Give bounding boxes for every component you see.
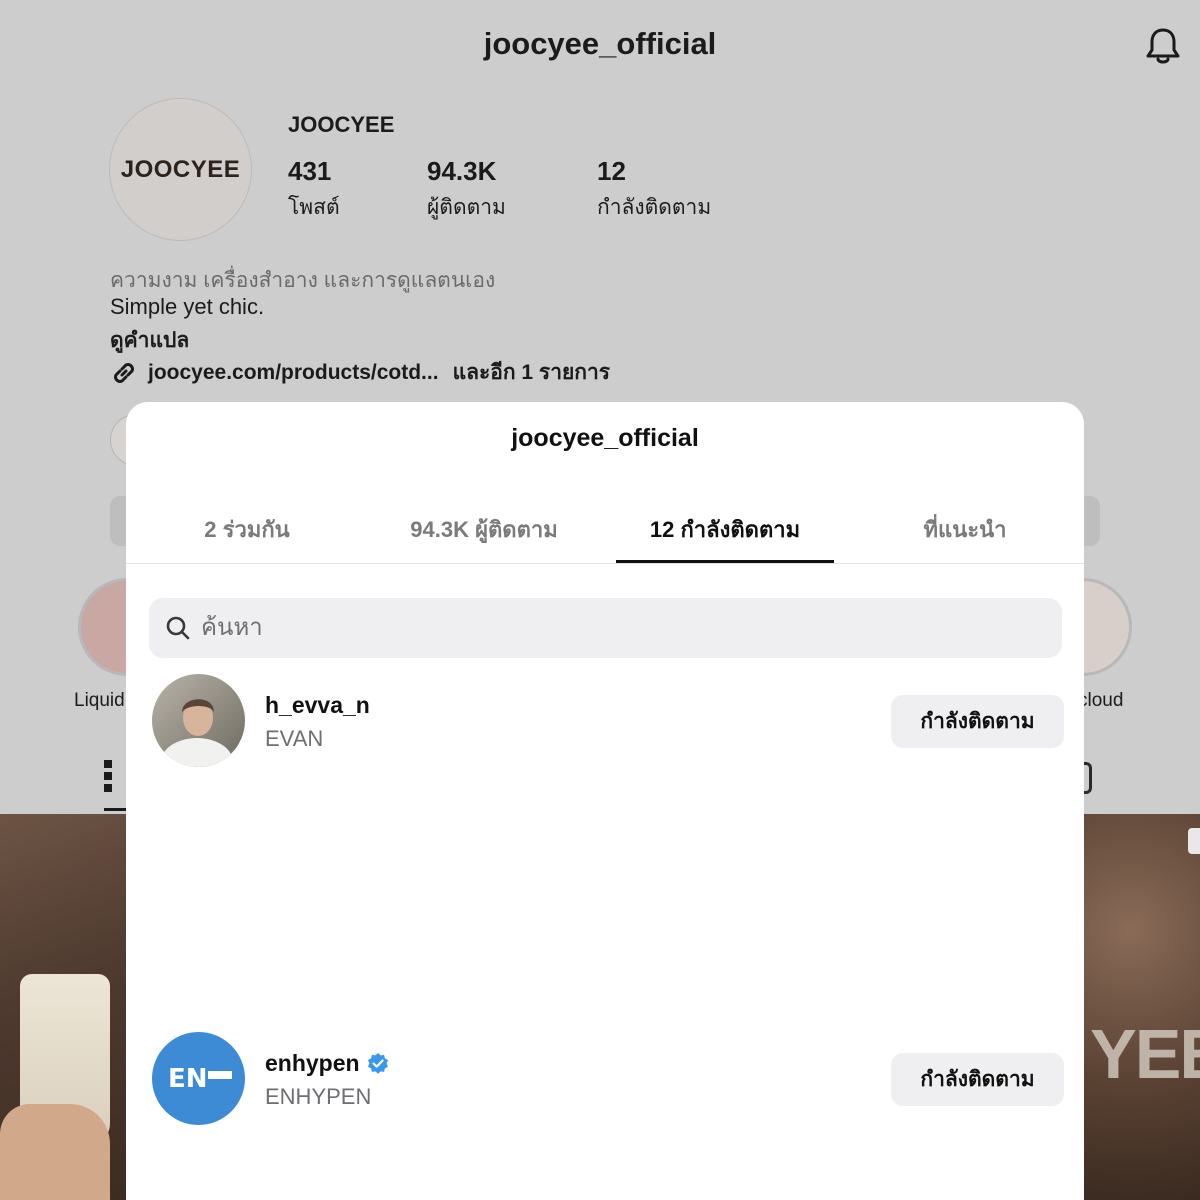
following-sheet: joocyee_official 2 ร่วมกัน 94.3K ผู้ติดต…	[126, 402, 1084, 1200]
stat-followers-count: 94.3K	[427, 156, 497, 186]
see-translation-link[interactable]: ดูคำแปล	[110, 324, 189, 357]
full-name: EVAN	[265, 726, 324, 751]
stat-following-count: 12	[597, 156, 626, 186]
username-text[interactable]: enhypen	[265, 1050, 360, 1077]
sheet-title: joocyee_official	[511, 424, 699, 452]
user-avatar[interactable]: EN	[152, 1032, 245, 1125]
profile-username-title: joocyee_official	[483, 26, 717, 61]
stat-posts[interactable]: 431 โพสต์	[288, 156, 340, 224]
grid-tab-underline	[104, 808, 128, 811]
tab-suggested[interactable]: ที่แนะนำ	[896, 512, 1034, 547]
avatar-logo-text: JOOCYEE	[120, 155, 241, 183]
search-input[interactable]	[201, 606, 1041, 650]
following-button[interactable]: กำลังติดตาม	[891, 1053, 1064, 1106]
enhypen-logo-text: EN	[168, 1064, 208, 1094]
username[interactable]: h_evva_n	[265, 692, 370, 719]
stat-following-label: กำลังติดตาม	[597, 196, 712, 219]
sheet-tabs: 2 ร่วมกัน 94.3K ผู้ติดตาม 12 กำลังติดตาม…	[126, 496, 1084, 564]
following-list-item[interactable]: EN enhypen ENHYPEN กำลังติดตาม	[152, 1032, 1064, 1126]
post-thumbnail-left[interactable]	[0, 814, 128, 1200]
hand-image	[0, 1104, 110, 1200]
highlight-right-label: cloud	[1078, 690, 1124, 711]
stat-posts-count: 431	[288, 156, 332, 186]
stat-followers[interactable]: 94.3K ผู้ติดตาม	[427, 156, 506, 224]
multi-post-indicator	[1188, 828, 1200, 854]
stat-followers-label: ผู้ติดตาม	[427, 196, 506, 219]
following-list-item[interactable]: h_evva_n EVAN กำลังติดตาม	[152, 674, 1064, 768]
post-thumbnail-right[interactable]: YEE	[1084, 814, 1200, 1200]
following-button[interactable]: กำลังติดตาม	[891, 695, 1064, 748]
active-tab-indicator	[616, 560, 834, 563]
link-icon	[114, 362, 134, 383]
highlight-left-label: Liquid	[74, 690, 125, 711]
stat-following[interactable]: 12 กำลังติดตาม	[597, 156, 711, 224]
search-icon	[166, 616, 190, 640]
bio-link-text[interactable]: joocyee.com/products/cotd...	[148, 361, 439, 385]
bio-text: Simple yet chic.	[110, 294, 265, 319]
profile-avatar[interactable]: JOOCYEE	[109, 98, 252, 241]
stat-posts-label: โพสต์	[288, 196, 340, 219]
username-text[interactable]: h_evva_n	[265, 692, 370, 719]
user-avatar[interactable]	[152, 674, 245, 767]
full-name: ENHYPEN	[265, 1084, 372, 1109]
search-bar[interactable]	[149, 598, 1062, 658]
bio-link-row[interactable]: joocyee.com/products/cotd... และอีก 1 รา…	[110, 356, 610, 389]
tab-followers[interactable]: 94.3K ผู้ติดตาม	[388, 512, 580, 547]
grid-icon[interactable]	[104, 760, 126, 810]
bio-category: ความงาม เครื่องสำอาง และการดูแลตนเอง	[110, 269, 496, 292]
profile-display-name: JOOCYEE	[288, 112, 395, 137]
tab-mutual[interactable]: 2 ร่วมกัน	[172, 512, 322, 547]
tab-following[interactable]: 12 กำลังติดตาม	[626, 512, 824, 547]
verified-badge-icon	[367, 1052, 388, 1074]
bell-icon[interactable]	[1144, 26, 1182, 66]
username[interactable]: enhypen	[265, 1050, 390, 1077]
post-watermark-text: YEE	[1090, 1015, 1200, 1093]
bio-link-more[interactable]: และอีก 1 รายการ	[453, 356, 611, 389]
